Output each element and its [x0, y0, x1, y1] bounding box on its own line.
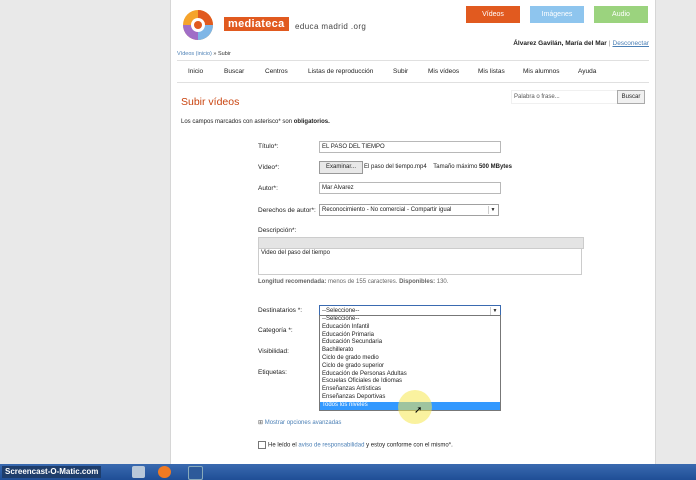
menu-item-ayuda[interactable]: Ayuda [578, 68, 596, 75]
brand-subtitle: educa madrid .org [295, 22, 367, 31]
browse-button[interactable]: Examinar... [319, 161, 363, 174]
user-separator: | [608, 40, 611, 47]
user-name: Álvarez Gavilán, María del Mar [513, 40, 607, 47]
length-hint: Longitud recomendada: menos de 155 carac… [258, 279, 448, 285]
user-info: Álvarez Gavilán, María del Mar | Desconect… [513, 40, 649, 47]
chevron-down-icon: ▼ [490, 307, 499, 315]
destinatarios-value: --Seleccione-- [322, 308, 360, 314]
terms-checkbox[interactable] [258, 441, 266, 449]
length-text: menos de 155 caracteres. [326, 279, 400, 285]
max-size-value: 500 MBytes [478, 164, 512, 170]
firefox-icon[interactable] [158, 466, 171, 478]
titulo-input[interactable]: EL PASO DEL TIEMPO [319, 141, 501, 153]
dropdown-option[interactable]: Educación Infantil [320, 324, 500, 332]
screencast-brand: Screencast-O-Matic.com [2, 466, 102, 478]
intro-text: Los campos marcados con asterisco* son [181, 119, 294, 125]
menu-item-buscar[interactable]: Buscar [224, 68, 244, 75]
descripcion-label: Descripción*: [258, 227, 297, 234]
search-button[interactable]: Buscar [617, 90, 645, 104]
imagenes-button[interactable]: Imágenes [530, 6, 584, 23]
breadcrumb-current: Subir [217, 51, 231, 57]
derechos-select[interactable]: Reconocimiento - No comercial - Comparti… [319, 204, 499, 216]
explorer-icon[interactable] [132, 466, 145, 478]
etiquetas-label: Etiquetas: [258, 369, 287, 376]
screencast-app-icon[interactable] [188, 466, 203, 480]
terms-text: He leído el [268, 442, 299, 449]
breadcrumb-separator: » [213, 51, 217, 57]
dropdown-option[interactable]: Bachillerato [320, 347, 500, 355]
categoria-label: Categoría *: [258, 327, 293, 334]
titulo-label: Título*: [258, 143, 279, 150]
menu-item-listas-reproduccion[interactable]: Listas de reproducción [308, 68, 373, 75]
video-label: Vídeo*: [258, 164, 280, 171]
dropdown-option[interactable]: Educación Secundaria [320, 339, 500, 347]
visibilidad-label: Visibilidad: [258, 348, 289, 355]
audio-button[interactable]: Audio [594, 6, 648, 23]
autor-label: Autor*: [258, 185, 278, 192]
menu-divider-bottom [177, 82, 649, 83]
required-fields-note: Los campos marcados con asterisco* son o… [181, 119, 330, 125]
dropdown-option[interactable]: --Seleccione-- [320, 316, 500, 324]
brand-name[interactable]: mediateca [224, 17, 289, 31]
derechos-label: Derechos de autor*: [258, 207, 316, 214]
dropdown-option[interactable]: Educación Primaria [320, 332, 500, 340]
breadcrumb-home[interactable]: Vídeos (inicio) [177, 51, 212, 57]
menu-item-mis-alumnos[interactable]: Mis alumnos [523, 68, 559, 75]
menu-item-mis-listas[interactable]: Mis listas [478, 68, 505, 75]
dropdown-option[interactable]: Escuelas Oficiales de Idiomas [320, 378, 500, 386]
mediateca-logo-icon[interactable] [181, 8, 215, 42]
descripcion-textarea[interactable]: Video del paso del tiempo [258, 248, 582, 275]
breadcrumb: Vídeos (inicio) » Subir [177, 51, 231, 57]
menu-item-inicio[interactable]: Inicio [188, 68, 203, 75]
menu-item-centros[interactable]: Centros [265, 68, 288, 75]
search-input[interactable]: Palabra o frase... [511, 90, 619, 104]
advanced-options-label: Mostrar opciones avanzadas [264, 420, 342, 426]
autor-input[interactable]: Mar Alvarez [319, 182, 501, 194]
terms-text-suffix: y estoy conforme con el mismo*. [364, 442, 453, 449]
dropdown-option[interactable]: Educación de Personas Adultas [320, 371, 500, 379]
menu-item-mis-videos[interactable]: Mis vídeos [428, 68, 459, 75]
file-name: El paso del tiempo.mp4 [364, 164, 427, 170]
page-title: Subir vídeos [181, 96, 240, 108]
taskbar: Screencast-O-Matic.com [0, 464, 696, 480]
length-label: Longitud recomendada: [258, 279, 327, 285]
dropdown-option[interactable]: Ciclo de grado medio [320, 355, 500, 363]
chevron-down-icon: ▼ [488, 206, 497, 214]
menu-divider-top [177, 60, 649, 61]
logout-link[interactable]: Desconectar [613, 40, 650, 47]
plus-icon: ⊞ [258, 420, 264, 426]
max-size-label: Tamaño máximo [433, 164, 479, 170]
available-label: Disponibles: [399, 279, 436, 285]
dropdown-option[interactable]: Ciclo de grado superior [320, 363, 500, 371]
file-info: El paso del tiempo.mp4 Tamaño máximo 500… [364, 164, 512, 170]
intro-bold: obligatorios. [293, 119, 330, 125]
available-value: 130. [435, 279, 449, 285]
menu-item-subir[interactable]: Subir [393, 68, 408, 75]
terms-row: He leído el aviso de responsabilidad y e… [258, 441, 453, 449]
mouse-pointer-icon: ➚ [414, 405, 423, 416]
destinatarios-label: Destinatarios *: [258, 307, 303, 314]
terms-link[interactable]: aviso de responsabilidad [298, 443, 364, 449]
derechos-value: Reconocimiento - No comercial - Comparti… [322, 207, 452, 213]
videos-button[interactable]: Vídeos [466, 6, 520, 23]
advanced-options-link[interactable]: ⊞ Mostrar opciones avanzadas [258, 419, 341, 426]
